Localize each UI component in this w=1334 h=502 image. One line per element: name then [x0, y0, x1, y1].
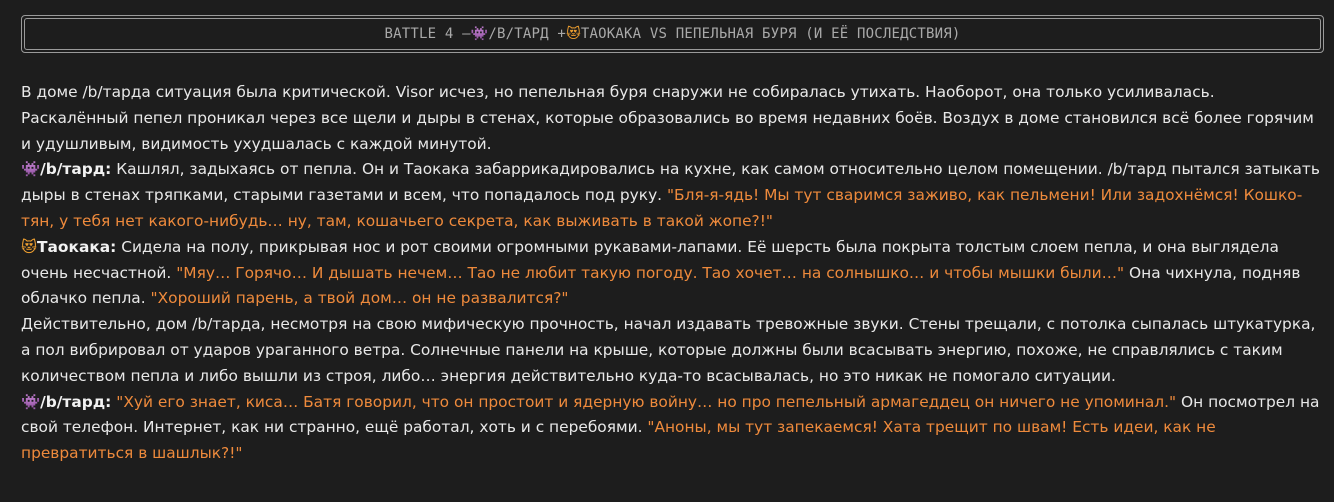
section-banner: BATTLE 4 – 👾/B/ТАРД + 😻 ТАОКАКА VS ПЕПЕЛЬ…: [21, 15, 1324, 53]
speaker-taokaka: Таокака:: [37, 237, 117, 256]
dialogue-quote: "Хуй его знает, киса… Батя говорил, что …: [116, 392, 1177, 411]
story-paragraph-2: 👾/b/тард: Кашлял, задыхаясь от пепла. Он…: [21, 157, 1321, 234]
speaker-btard: /b/тард:: [40, 392, 112, 411]
dialogue-quote: "Мяу… Горячо… И дышать нечем… Тао не люб…: [176, 263, 1125, 282]
story-paragraph-1: В доме /b/тарда ситуация была критическо…: [21, 83, 1314, 153]
story-text: В доме /b/тарда ситуация была критическо…: [21, 80, 1321, 467]
story-paragraph-4: Действительно, дом /b/тарда, несмотря на…: [21, 315, 1316, 385]
cat-emoji-icon: 😻: [21, 237, 38, 256]
banner-part2: ТАОКАКА VS ПЕПЕЛЬНАЯ БУРЯ (И ЕЁ ПОСЛЕДСТ…: [580, 26, 961, 42]
alien-emoji-icon: 👾: [21, 160, 41, 179]
dialogue-quote: "Хороший парень, а твой дом… он не разва…: [150, 289, 569, 308]
alien-emoji-icon: 👾: [470, 26, 489, 42]
story-paragraph-5: 👾/b/тард: "Хуй его знает, киса… Батя гов…: [21, 390, 1321, 467]
section-banner-title: BATTLE 4 – 👾/B/ТАРД + 😻 ТАОКАКА VS ПЕПЕЛЬ…: [24, 18, 1321, 50]
banner-prefix: BATTLE 4 –: [384, 26, 471, 42]
alien-emoji-icon: 👾: [21, 392, 41, 411]
banner-part1: /B/ТАРД +: [488, 26, 567, 42]
story-paragraph-3: 😻Таокака: Сидела на полу, прикрывая нос …: [21, 235, 1321, 312]
cat-emoji-icon: 😻: [566, 26, 581, 42]
speaker-btard: /b/тард:: [40, 160, 112, 179]
